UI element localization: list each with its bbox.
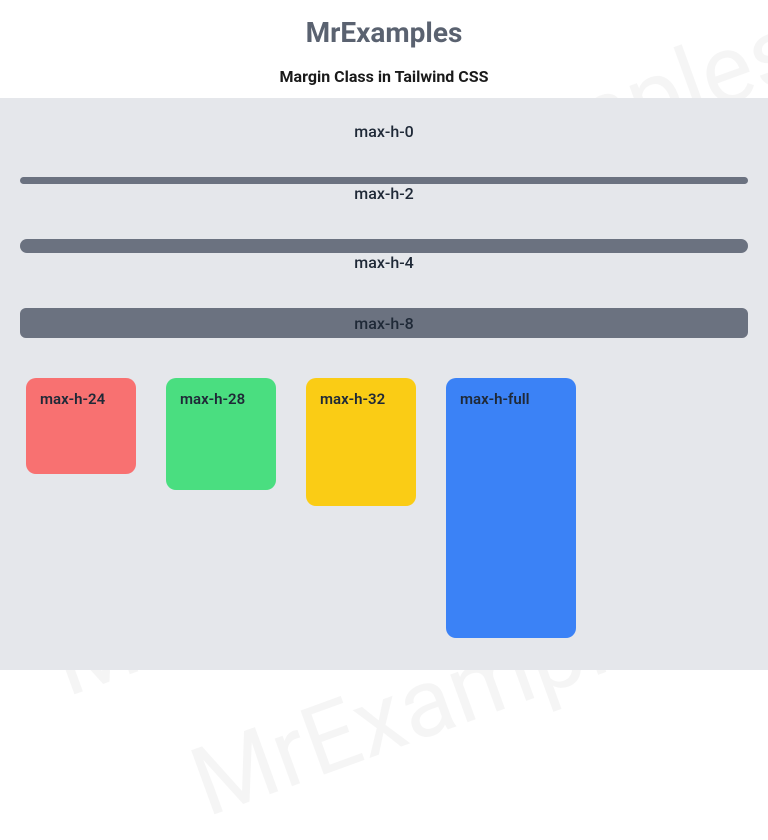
bar-group: max-h-2 [20, 177, 748, 209]
box-label: max-h-full [460, 390, 530, 408]
box-demo: max-h-28 [166, 378, 276, 490]
bar-group: max-h-0 [20, 122, 748, 147]
box-demo: max-h-full [446, 378, 576, 638]
box-label: max-h-28 [180, 390, 245, 408]
box-label: max-h-24 [40, 390, 105, 408]
boxes-section: max-h-24 max-h-28 max-h-32 max-h-full [20, 378, 748, 638]
bar-label: max-h-4 [20, 253, 748, 272]
bar-demo [20, 177, 748, 184]
demo-container: max-h-0 max-h-2 max-h-4 max-h-8 max-h-24… [0, 98, 768, 670]
bar-label: max-h-8 [354, 314, 413, 333]
page-title: MrExamples [0, 16, 768, 49]
box-demo: max-h-32 [306, 378, 416, 506]
bar-group: max-h-8 [20, 308, 748, 338]
bar-label: max-h-0 [20, 122, 748, 141]
bar-demo [20, 239, 748, 253]
bar-group: max-h-4 [20, 239, 748, 278]
box-label: max-h-32 [320, 390, 385, 408]
page-subtitle: Margin Class in Tailwind CSS [0, 67, 768, 86]
bar-label: max-h-2 [20, 184, 748, 203]
bar-demo: max-h-8 [20, 308, 748, 338]
box-demo: max-h-24 [26, 378, 136, 474]
header: MrExamples Margin Class in Tailwind CSS [0, 0, 768, 86]
bars-section: max-h-0 max-h-2 max-h-4 max-h-8 [20, 122, 748, 378]
